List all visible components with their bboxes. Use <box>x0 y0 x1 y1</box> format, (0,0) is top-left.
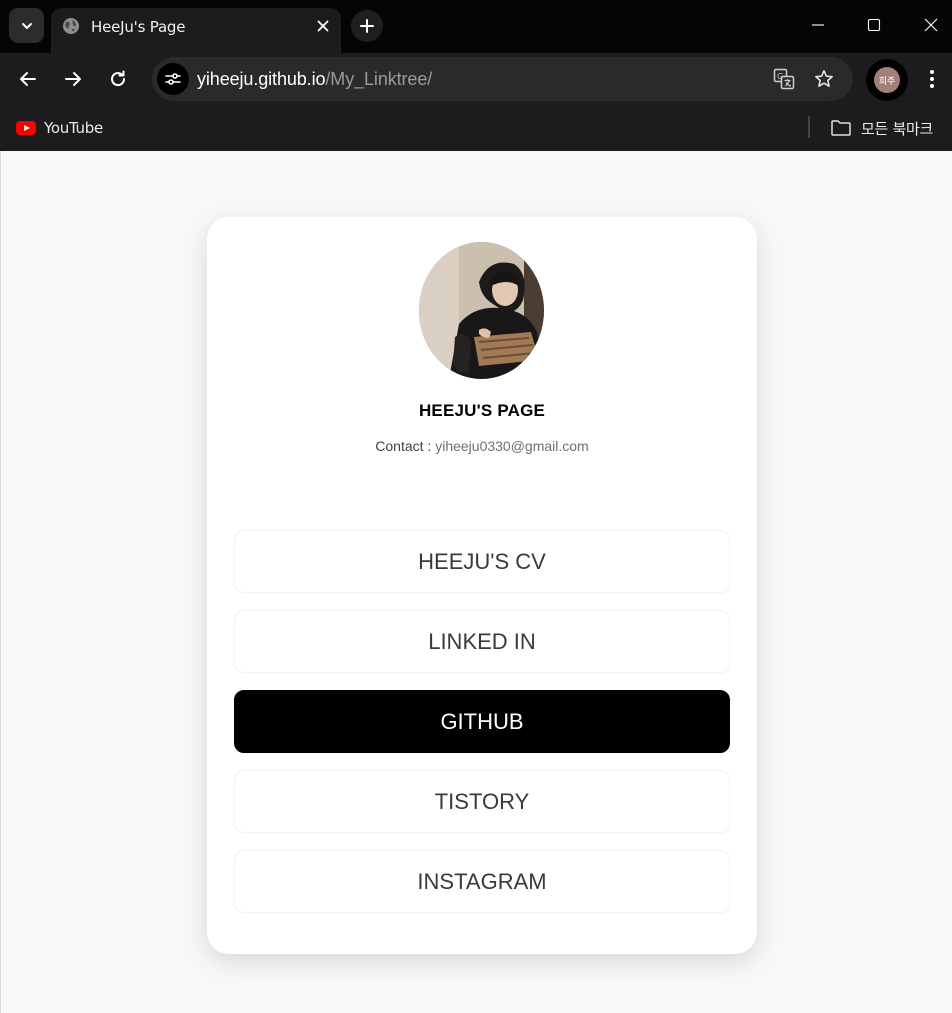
tab-strip: HeeJu's Page <box>0 0 952 53</box>
url-path: /My_Linktree/ <box>325 69 433 89</box>
linkedin-link-button[interactable]: LINKED IN <box>234 610 730 673</box>
contact-email[interactable]: yiheeju0330@gmail.com <box>435 438 589 454</box>
browser-chrome: HeeJu's Page yiheeju.github.io/My_Linktr… <box>0 0 952 151</box>
maximize-button[interactable] <box>846 0 902 50</box>
all-bookmarks-label: 모든 북마크 <box>861 119 933 138</box>
minimize-button[interactable] <box>790 0 846 50</box>
linktree-card: HEEJU'S PAGE Contact : yiheeju0330@gmail… <box>207 217 757 954</box>
bookmark-youtube[interactable]: YouTube <box>16 117 103 139</box>
forward-arrow-icon <box>65 72 81 86</box>
bookmarks-divider <box>808 116 810 138</box>
tab-list-button[interactable] <box>9 8 44 43</box>
translate-icon: G <box>773 68 795 90</box>
address-bar[interactable]: yiheeju.github.io/My_Linktree/ G <box>152 57 853 101</box>
tistory-link-button[interactable]: TISTORY <box>234 770 730 833</box>
plus-icon <box>360 19 374 33</box>
reload-icon <box>111 70 126 87</box>
site-info-button[interactable] <box>157 63 189 95</box>
svg-text:G: G <box>777 72 783 81</box>
back-button[interactable] <box>11 62 45 96</box>
window-close-icon <box>924 18 938 32</box>
globe-icon <box>63 18 79 34</box>
folder-icon <box>831 120 851 136</box>
instagram-link-button[interactable]: INSTAGRAM <box>234 850 730 913</box>
page-viewport: HEEJU'S PAGE Contact : yiheeju0330@gmail… <box>0 151 952 1013</box>
page-title: HEEJU'S PAGE <box>418 401 546 420</box>
browser-toolbar: yiheeju.github.io/My_Linktree/ G 희주 <box>0 53 952 105</box>
cv-link-button[interactable]: HEEJU'S CV <box>234 530 730 593</box>
contact-info: Contact : yiheeju0330@gmail.com <box>207 438 757 454</box>
new-tab-button[interactable] <box>351 10 383 42</box>
site-info-icon <box>165 73 181 85</box>
forward-button[interactable] <box>56 62 90 96</box>
window-close-button[interactable] <box>903 0 952 50</box>
close-tab-button[interactable] <box>313 16 333 36</box>
bookmarks-bar: YouTube 모든 북마크 <box>0 105 952 151</box>
all-bookmarks-button[interactable]: 모든 북마크 <box>830 117 933 139</box>
maximize-icon <box>867 18 881 32</box>
github-link-button[interactable]: GITHUB <box>234 690 730 753</box>
url-text[interactable]: yiheeju.github.io/My_Linktree/ <box>197 69 432 90</box>
browser-menu-button[interactable] <box>920 65 944 93</box>
youtube-icon <box>16 121 36 135</box>
active-tab[interactable]: HeeJu's Page <box>51 8 341 53</box>
bookmark-star-button[interactable] <box>812 67 836 91</box>
close-icon <box>317 20 329 32</box>
translate-button[interactable]: G <box>772 67 796 91</box>
star-icon <box>815 70 833 87</box>
tab-title: HeeJu's Page <box>91 18 186 36</box>
url-host: yiheeju.github.io <box>197 69 326 89</box>
avatar: 희주 <box>874 67 900 93</box>
profile-photo <box>419 242 544 379</box>
contact-label: Contact : <box>375 438 436 454</box>
reload-button[interactable] <box>101 62 135 96</box>
back-arrow-icon <box>20 72 36 86</box>
profile-button[interactable]: 희주 <box>866 59 908 101</box>
profile-photo-image <box>419 242 544 379</box>
bookmark-label: YouTube <box>44 119 103 137</box>
minimize-icon <box>812 24 824 26</box>
chevron-down-icon <box>21 22 32 29</box>
more-vert-icon <box>930 70 934 88</box>
